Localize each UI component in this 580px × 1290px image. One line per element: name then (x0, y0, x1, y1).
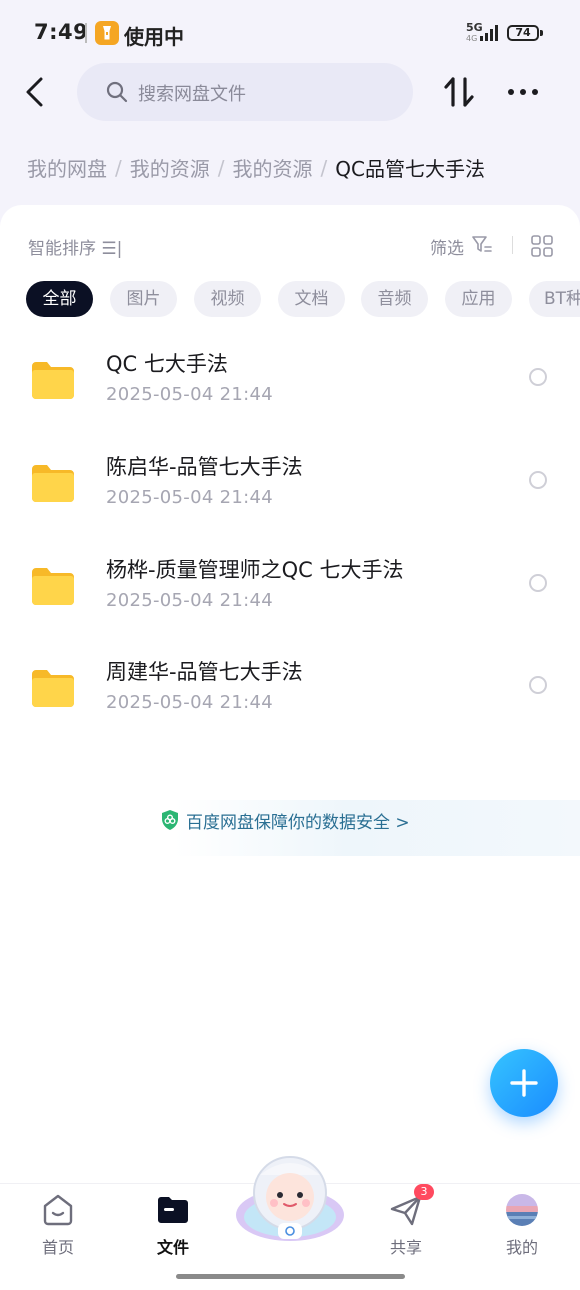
breadcrumb-separator: / (115, 155, 122, 180)
file-select-checkbox[interactable] (529, 676, 547, 694)
category-chip-images[interactable]: 图片 (110, 281, 177, 317)
folder-icon (32, 568, 74, 605)
file-date: 2025-05-04 21:44 (106, 590, 274, 611)
smart-sort-button[interactable]: 智能排序 ☰| (28, 234, 122, 259)
share-badge: 3 (414, 1184, 434, 1200)
back-button[interactable] (18, 74, 54, 110)
file-name: QC 七大手法 (106, 352, 228, 376)
more-button[interactable] (504, 74, 542, 110)
category-chip-documents[interactable]: 文档 (278, 281, 345, 317)
sort-button[interactable] (440, 74, 478, 110)
security-banner[interactable]: 百度网盘保障你的数据安全 > (0, 800, 580, 856)
home-indicator (176, 1274, 405, 1279)
breadcrumb-item[interactable]: 我的资源 (233, 153, 313, 182)
nav-item-share[interactable]: 3 共享 (366, 1184, 446, 1258)
mascot-icon[interactable] (234, 1153, 346, 1243)
file-row[interactable]: 周建华-品管七大手法 2025-05-04 21:44 (0, 646, 580, 749)
breadcrumb-separator: / (217, 155, 225, 180)
nav-label-home: 首页 (41, 1238, 74, 1257)
status-app-text: 使用中 (124, 25, 184, 49)
file-select-checkbox[interactable] (529, 471, 547, 489)
security-banner-text: 百度网盘保障你的数据安全 > (186, 813, 410, 833)
plus-icon (510, 1069, 538, 1097)
file-date: 2025-05-04 21:44 (106, 692, 274, 713)
battery-icon: 74 (507, 25, 539, 41)
folder-icon (32, 362, 74, 399)
file-row[interactable]: 陈启华-品管七大手法 2025-05-04 21:44 (0, 441, 580, 544)
sort-arrows-icon (444, 77, 474, 107)
flashlight-icon (95, 21, 119, 45)
file-row[interactable]: QC 七大手法 2025-05-04 21:44 (0, 338, 580, 441)
grid-view-icon[interactable] (531, 235, 553, 257)
filter-icon[interactable] (472, 236, 492, 254)
category-chip-audio[interactable]: 音频 (361, 281, 428, 317)
nav-label-share: 共享 (389, 1238, 422, 1257)
file-select-checkbox[interactable] (529, 368, 547, 386)
add-button[interactable] (490, 1049, 558, 1117)
category-chip-bt[interactable]: BT种子 (529, 281, 580, 317)
signal-icon (480, 25, 498, 41)
nav-label-files: 文件 (156, 1238, 189, 1257)
file-name: 陈启华-品管七大手法 (106, 455, 303, 479)
search-input[interactable]: 搜索网盘文件 (77, 63, 413, 121)
status-time: 7:49 (34, 20, 89, 44)
avatar (506, 1194, 538, 1226)
file-name: 杨桦-质量管理师之QC 七大手法 (106, 558, 404, 582)
more-dots-icon (508, 89, 538, 95)
home-icon (43, 1194, 73, 1226)
breadcrumb-item[interactable]: 我的网盘 (27, 153, 107, 182)
file-row[interactable]: 杨桦-质量管理师之QC 七大手法 2025-05-04 21:44 (0, 544, 580, 647)
breadcrumb: 我的网盘 / 我的资源 / 我的资源 / QC品管七大手法 (27, 153, 485, 183)
toolbar-divider (512, 236, 513, 254)
nav-item-home[interactable]: 首页 (18, 1192, 98, 1258)
folder-icon (32, 670, 74, 707)
nav-label-me: 我的 (505, 1238, 538, 1257)
category-chip-videos[interactable]: 视频 (194, 281, 261, 317)
folder-filled-icon (158, 1197, 188, 1223)
file-date: 2025-05-04 21:44 (106, 384, 274, 405)
category-chip-all[interactable]: 全部 (26, 281, 93, 317)
nav-item-me[interactable]: 我的 (482, 1192, 562, 1258)
category-chip-apps[interactable]: 应用 (445, 281, 512, 317)
battery-tip (540, 30, 543, 36)
breadcrumb-current: QC品管七大手法 (335, 157, 485, 181)
nav-item-files[interactable]: 文件 (133, 1192, 213, 1258)
breadcrumb-separator: / (320, 155, 328, 180)
file-select-checkbox[interactable] (529, 574, 547, 592)
breadcrumb-item[interactable]: 我的资源 (130, 153, 210, 182)
filter-button[interactable]: 筛选 (430, 234, 464, 259)
search-placeholder: 搜索网盘文件 (138, 84, 246, 105)
status-separator (85, 23, 87, 43)
file-name: 周建华-品管七大手法 (106, 660, 303, 684)
folder-icon (32, 465, 74, 502)
file-date: 2025-05-04 21:44 (106, 487, 274, 508)
shield-icon (162, 810, 178, 830)
search-icon (106, 81, 128, 103)
chevron-left-icon (26, 77, 43, 107)
